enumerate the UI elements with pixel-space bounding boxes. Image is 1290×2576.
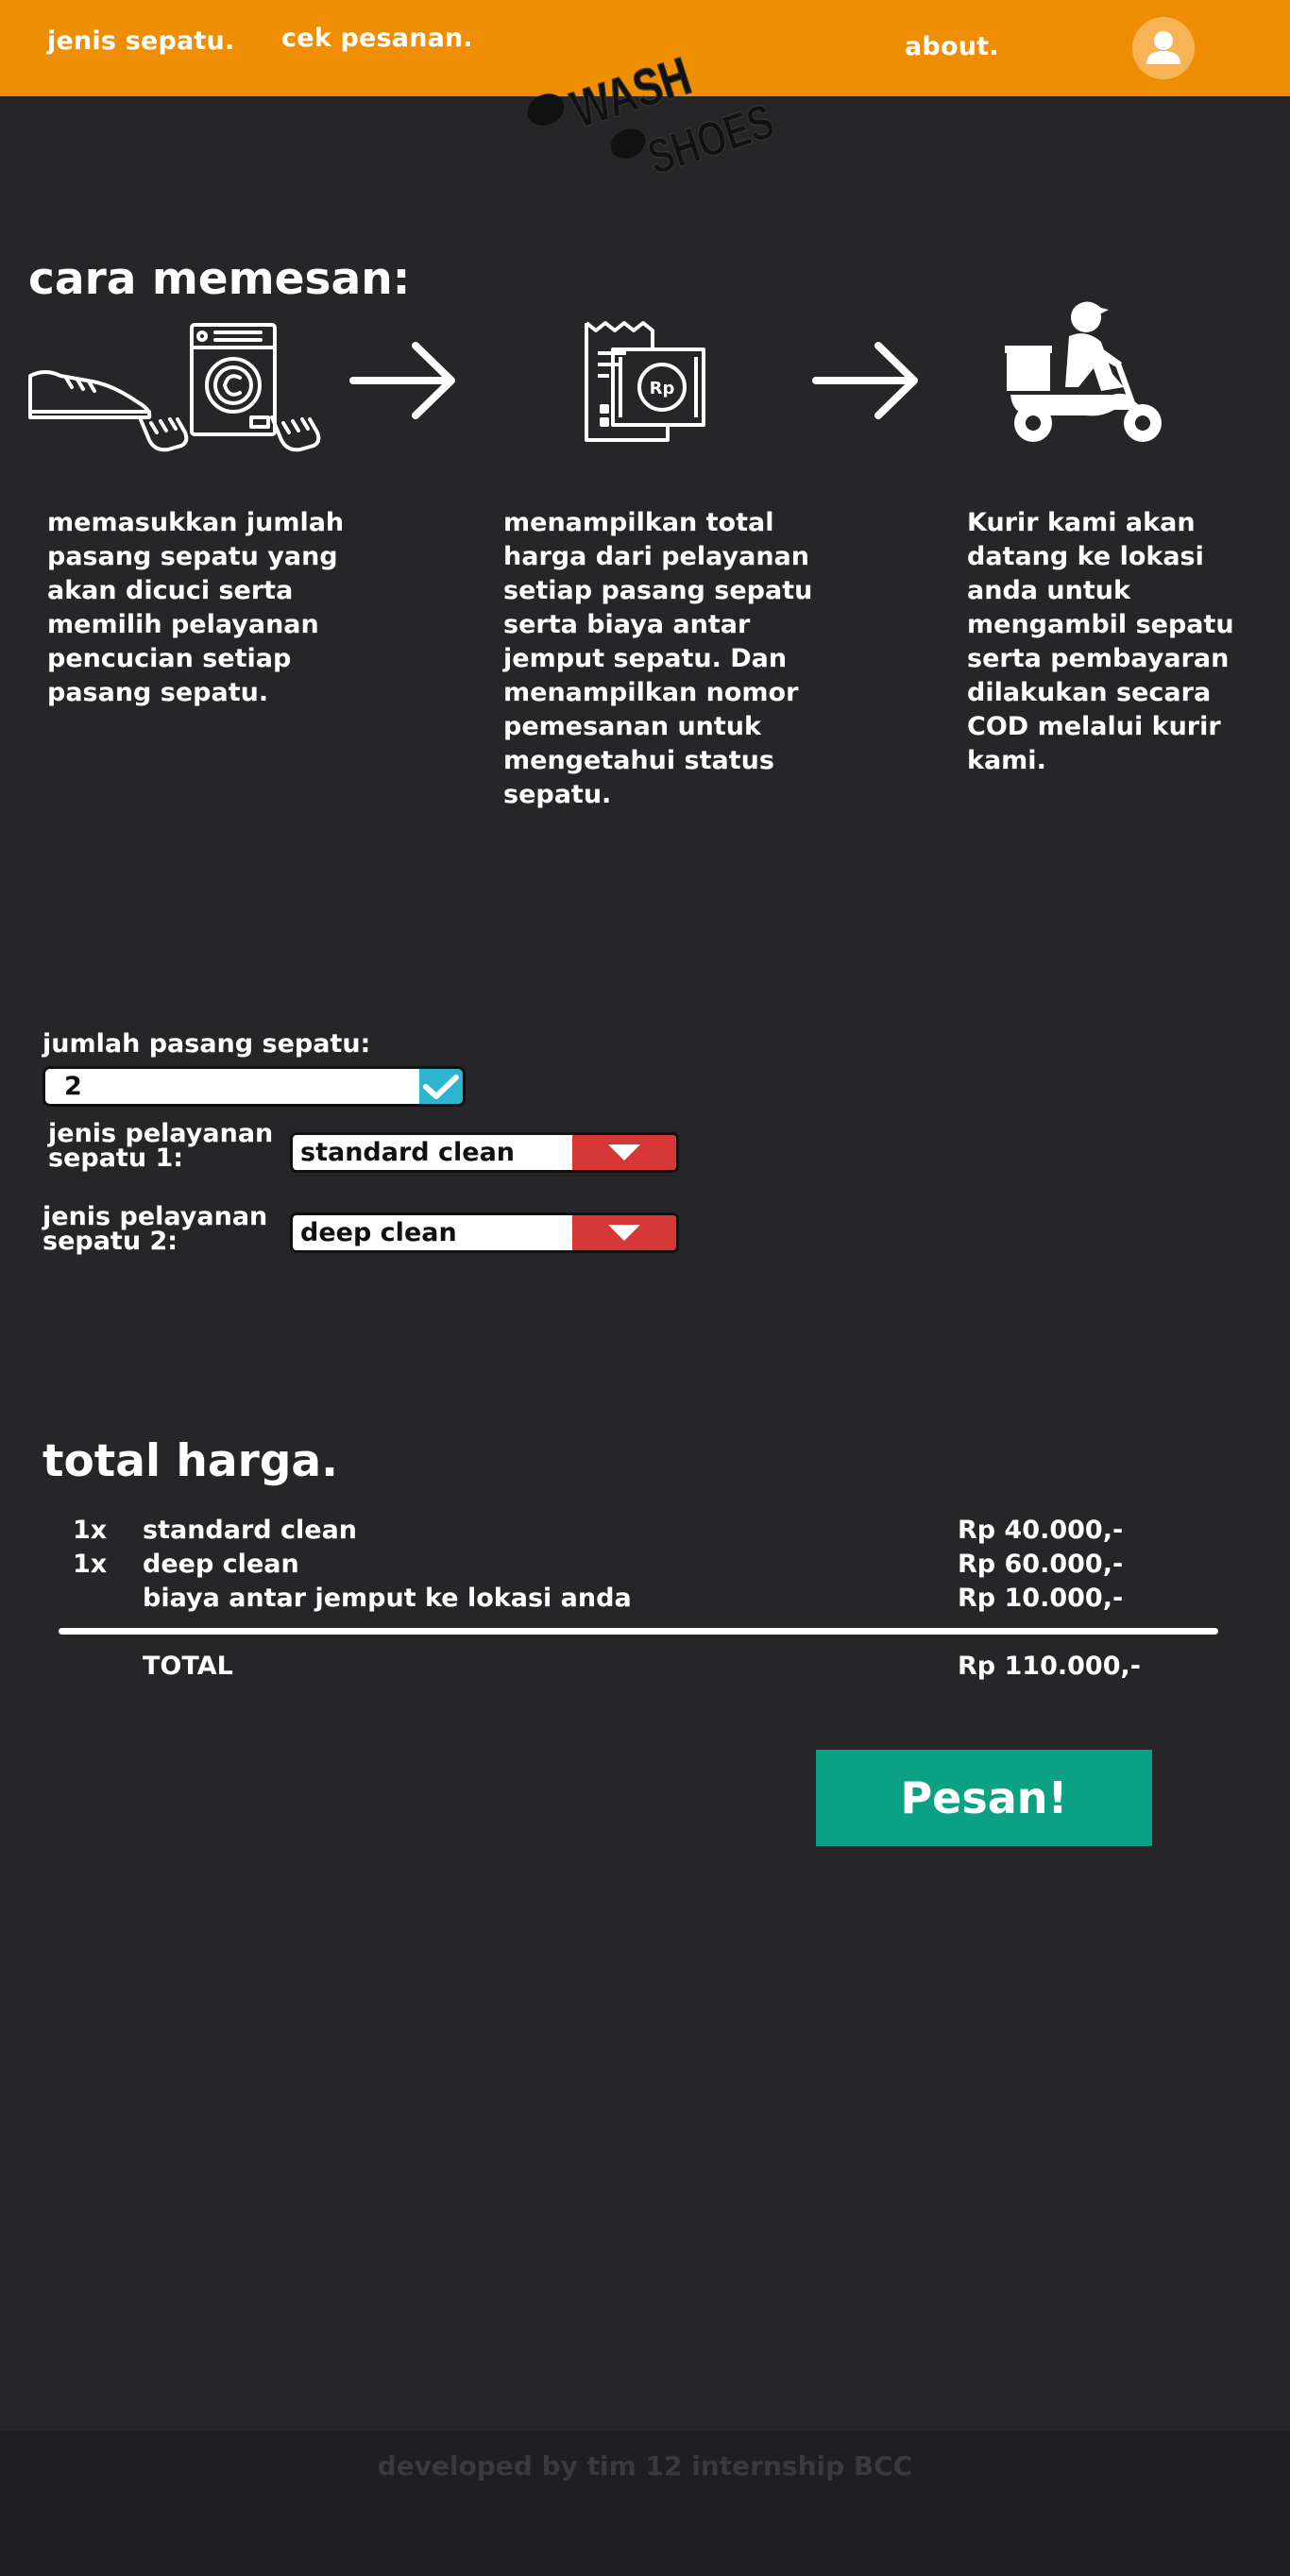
courier-scooter-icon xyxy=(1005,301,1162,442)
how-to-order-title: cara memesan: xyxy=(28,253,411,305)
step-3-line: datang ke lokasi xyxy=(967,542,1204,571)
step-1-line: akan dicuci serta xyxy=(47,576,294,605)
service-1-label: jenis pelayanan sepatu 1: xyxy=(48,1121,273,1173)
user-icon xyxy=(1146,31,1180,64)
quantity-input[interactable] xyxy=(45,1069,419,1104)
step-1-description: memasukkan jumlah pasang sepatu yang aka… xyxy=(47,506,359,710)
step-3-line: serta pembayaran xyxy=(967,644,1230,673)
user-avatar-button[interactable] xyxy=(1132,17,1195,79)
footer-credit: developed by tim 12 internship BCC xyxy=(377,2450,913,2482)
shoe-washing-machine-icon xyxy=(28,323,321,452)
service-2-dropdown-button[interactable] xyxy=(572,1215,676,1250)
step-2-line: pemesanan untuk xyxy=(503,712,761,741)
step-1-line: memasukkan jumlah xyxy=(47,508,345,537)
arrow-right-icon xyxy=(349,342,455,419)
item-price: Rp 10.000,- xyxy=(958,1584,1124,1613)
item-qty: 1x xyxy=(73,1550,108,1579)
step-3-line: Kurir kami akan xyxy=(967,508,1196,537)
arrow-right-icon xyxy=(812,342,918,419)
step-3-line: COD melalui kurir xyxy=(967,712,1221,741)
step-2-description: menampilkan total harga dari pelayanan s… xyxy=(503,506,824,812)
step-2-line: jemput sepatu. Dan xyxy=(503,644,788,673)
nav-link-jenis-sepatu[interactable]: jenis sepatu. xyxy=(47,26,234,56)
step-2-line: sepatu. xyxy=(503,780,612,809)
step-2-line: mengetahui status xyxy=(503,746,774,775)
quantity-label: jumlah pasang sepatu: xyxy=(42,1029,371,1059)
total-label: TOTAL xyxy=(143,1652,233,1681)
step-3-line: mengambil sepatu xyxy=(967,610,1234,639)
service-1-select[interactable]: standard clean xyxy=(290,1132,679,1173)
step-3-line: kami. xyxy=(967,746,1046,775)
service-2-select[interactable]: deep clean xyxy=(290,1212,679,1253)
confirm-quantity-button[interactable] xyxy=(419,1069,463,1104)
total-price-title: total harga. xyxy=(42,1435,338,1487)
step-2-line: harga dari pelayanan xyxy=(503,542,809,571)
order-button[interactable]: Pesan! xyxy=(816,1750,1152,1846)
step-3-line: anda untuk xyxy=(967,576,1130,605)
item-price: Rp 40.000,- xyxy=(958,1516,1124,1545)
item-name: deep clean xyxy=(143,1550,299,1579)
service-2-label-line: sepatu 2: xyxy=(42,1227,178,1256)
service-1-label-line: sepatu 1: xyxy=(48,1144,184,1173)
total-value: Rp 110.000,- xyxy=(958,1652,1141,1681)
step-1-line: pencucian setiap xyxy=(47,644,292,673)
step-1-line: pasang sepatu yang xyxy=(47,542,338,571)
item-qty: 1x xyxy=(73,1516,108,1545)
nav-link-about[interactable]: about. xyxy=(905,32,999,61)
receipt-money-icon: Rp xyxy=(585,321,705,442)
item-name: standard clean xyxy=(143,1516,358,1545)
money-label: Rp xyxy=(650,379,675,398)
step-1-line: memilih pelayanan xyxy=(47,610,319,639)
step-2-line: serta biaya antar xyxy=(503,610,751,639)
chevron-down-icon xyxy=(608,1224,640,1241)
quantity-field xyxy=(42,1066,466,1107)
chevron-down-icon xyxy=(608,1144,640,1161)
step-2-line: menampilkan nomor xyxy=(503,678,799,707)
step-1-line: pasang sepatu. xyxy=(47,678,269,707)
wash-shoes-logo[interactable]: WASH SHOES xyxy=(510,17,784,178)
check-icon xyxy=(423,1074,459,1099)
step-2-line: setiap pasang sepatu xyxy=(503,576,813,605)
item-price: Rp 60.000,- xyxy=(958,1550,1124,1579)
service-1-dropdown-button[interactable] xyxy=(572,1135,676,1170)
step-3-line: dilakukan secara xyxy=(967,678,1212,707)
item-name: biaya antar jemput ke lokasi anda xyxy=(143,1584,632,1613)
service-1-selected-value: standard clean xyxy=(300,1138,516,1167)
service-2-label: jenis pelayanan sepatu 2: xyxy=(42,1204,267,1256)
nav-link-cek-pesanan[interactable]: cek pesanan. xyxy=(281,24,473,53)
total-divider xyxy=(59,1628,1218,1635)
service-2-selected-value: deep clean xyxy=(300,1218,457,1247)
step-3-description: Kurir kami akan datang ke lokasi anda un… xyxy=(967,506,1250,778)
step-2-line: menampilkan total xyxy=(503,508,774,537)
